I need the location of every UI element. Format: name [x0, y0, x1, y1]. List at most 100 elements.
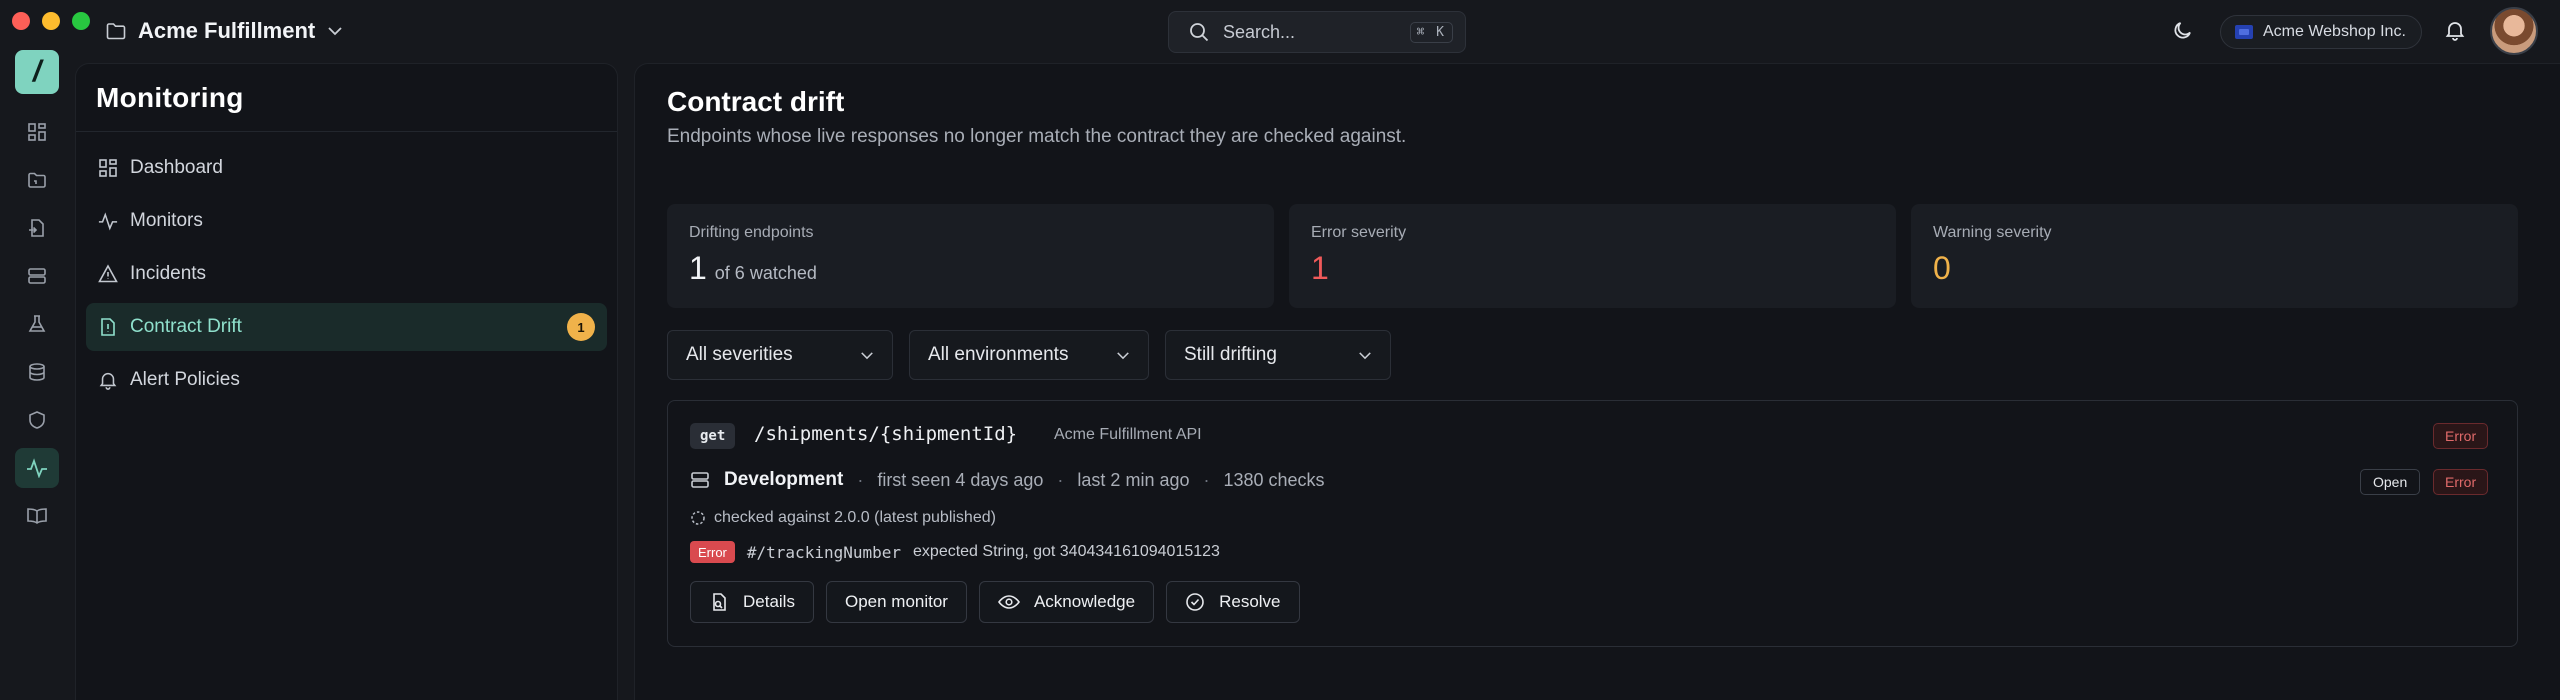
sidebar-item-incidents[interactable]: Incidents — [86, 250, 607, 298]
sidebar-item-label: Incidents — [130, 263, 207, 284]
sidebar-header: Monitoring — [76, 64, 617, 132]
severity-filter-select[interactable]: All severities — [667, 330, 893, 380]
acknowledge-button[interactable]: Acknowledge — [978, 581, 1155, 623]
stat-label: Drifting endpoints — [689, 224, 814, 241]
window-controls — [12, 12, 90, 30]
moon-icon — [2174, 22, 2191, 39]
drift-error-row: Error #/trackingNumber expected String, … — [690, 541, 1220, 563]
folder-icon — [106, 22, 126, 40]
card-actions: Details Open monitor Acknowledge Resolve — [690, 581, 1300, 623]
dashboard-grid-icon — [98, 158, 118, 178]
environment-severity-badge: Error — [2433, 469, 2489, 495]
notifications-button[interactable] — [2444, 19, 2466, 41]
severity-badge: Error — [2433, 423, 2489, 449]
workspace-name: Acme Fulfillment — [138, 18, 316, 43]
organization-logo-icon — [2235, 25, 2253, 39]
filter-value: All severities — [686, 344, 793, 365]
status-badge: Open — [2360, 469, 2421, 495]
search-input[interactable]: Search... ⌘ K — [1168, 11, 1466, 53]
rail-database-icon[interactable] — [15, 352, 59, 392]
stat-value: 1 — [689, 250, 707, 286]
title-bar: Acme Fulfillment Search... ⌘ K Acme Webs… — [0, 0, 2560, 62]
rail-book-open-icon[interactable] — [15, 496, 59, 536]
sidebar-item-label: Dashboard — [130, 157, 223, 178]
stat-label: Error severity — [1311, 224, 1407, 241]
search-placeholder: Search... — [1223, 21, 1296, 42]
rail-flask-icon[interactable] — [15, 304, 59, 344]
rail-shield-icon[interactable] — [15, 400, 59, 440]
sidebar-item-contract-drift[interactable]: Contract Drift 1 — [86, 303, 607, 351]
minimize-window-button[interactable] — [42, 12, 60, 30]
rail-folder-icon[interactable] — [15, 160, 59, 200]
search-shortcut: ⌘ K — [1409, 21, 1453, 43]
workspace-switcher[interactable]: Acme Fulfillment — [106, 14, 343, 48]
resolve-button[interactable]: Resolve — [1166, 581, 1300, 623]
app-rail: / — [0, 42, 74, 700]
stat-error-severity: Error severity 1 — [1289, 204, 1896, 308]
page-title: Contract drift — [667, 86, 845, 117]
chevron-down-icon — [1116, 351, 1130, 360]
sidebar-item-monitors[interactable]: Monitors — [86, 197, 607, 245]
rail-dashboard-icon[interactable] — [15, 112, 59, 152]
sidebar-nav: Dashboard Monitors Incidents Contract Dr… — [76, 132, 617, 421]
contract-drift-panel: Contract drift Endpoints whose live resp… — [634, 63, 2560, 700]
server-stack-icon — [690, 470, 710, 490]
organization-name: Acme Webshop Inc. — [2263, 23, 2406, 40]
maximize-window-button[interactable] — [72, 12, 90, 30]
user-avatar[interactable] — [2490, 7, 2538, 55]
sidebar-item-dashboard[interactable]: Dashboard — [86, 144, 607, 192]
stat-value: 0 — [1933, 250, 1951, 286]
activity-pulse-icon — [98, 211, 118, 231]
rail-activity-pulse-icon[interactable] — [15, 448, 59, 488]
sidebar-item-label: Contract Drift — [130, 316, 242, 337]
rail-document-import-icon[interactable] — [15, 208, 59, 248]
environment-name: Development — [724, 469, 844, 490]
first-seen: first seen 4 days ago — [877, 469, 1044, 490]
json-pointer: #/trackingNumber — [746, 542, 902, 562]
drift-count-badge: 1 — [567, 313, 595, 341]
endpoint-path-link[interactable]: /shipments/{shipmentId} — [754, 423, 1017, 445]
checked-against-text: checked against 2.0.0 (latest published) — [714, 509, 996, 526]
filter-value: Still drifting — [1184, 344, 1277, 365]
error-message: expected String, got 340434161094015123 — [913, 543, 1220, 560]
bell-icon — [2445, 22, 2465, 41]
app-logo[interactable]: / — [15, 50, 59, 94]
api-name: Acme Fulfillment API — [1054, 426, 1202, 443]
check-circle-icon — [1185, 592, 1205, 612]
contract-version-row: checked against 2.0.0 (latest published) — [690, 509, 996, 527]
stat-value: 1 — [1311, 250, 1329, 286]
chevron-down-icon — [327, 26, 343, 36]
stat-drifting-endpoints: Drifting endpoints 1 of 6 watched — [667, 204, 1274, 308]
organization-switcher[interactable]: Acme Webshop Inc. — [2220, 15, 2422, 49]
document-search-icon — [709, 592, 729, 612]
details-button[interactable]: Details — [690, 581, 814, 623]
file-alert-icon — [98, 317, 118, 337]
last-seen: last 2 min ago — [1077, 469, 1190, 490]
theme-toggle-button[interactable] — [2172, 19, 2194, 41]
environment-row: Development · first seen 4 days ago · la… — [690, 469, 1325, 491]
open-monitor-button[interactable]: Open monitor — [825, 581, 967, 623]
error-chip: Error — [690, 541, 735, 563]
page-subtitle: Endpoints whose live responses no longer… — [667, 126, 1407, 147]
stat-label: Warning severity — [1933, 224, 2052, 241]
status-filter-select[interactable]: Still drifting — [1165, 330, 1391, 380]
chevron-down-icon — [1358, 351, 1372, 360]
drift-card: get /shipments/{shipmentId} Acme Fulfill… — [667, 400, 2518, 647]
monitoring-sidebar: Monitoring Dashboard Monitors Incidents … — [75, 63, 618, 700]
filter-value: All environments — [928, 344, 1069, 365]
close-window-button[interactable] — [12, 12, 30, 30]
spinner-icon — [690, 510, 706, 526]
chevron-down-icon — [860, 351, 874, 360]
sidebar-item-alert-policies[interactable]: Alert Policies — [86, 356, 607, 404]
sidebar-title: Monitoring — [96, 82, 244, 113]
stat-warning-severity: Warning severity 0 — [1911, 204, 2518, 308]
stat-suffix: of 6 watched — [714, 263, 817, 283]
eye-icon — [998, 594, 1020, 610]
warning-triangle-icon — [98, 264, 118, 284]
sidebar-item-label: Alert Policies — [130, 369, 240, 390]
rail-server-stack-icon[interactable] — [15, 256, 59, 296]
environment-filter-select[interactable]: All environments — [909, 330, 1149, 380]
bell-icon — [98, 370, 118, 390]
http-method-badge: get — [690, 423, 736, 449]
search-icon — [1189, 22, 1209, 42]
